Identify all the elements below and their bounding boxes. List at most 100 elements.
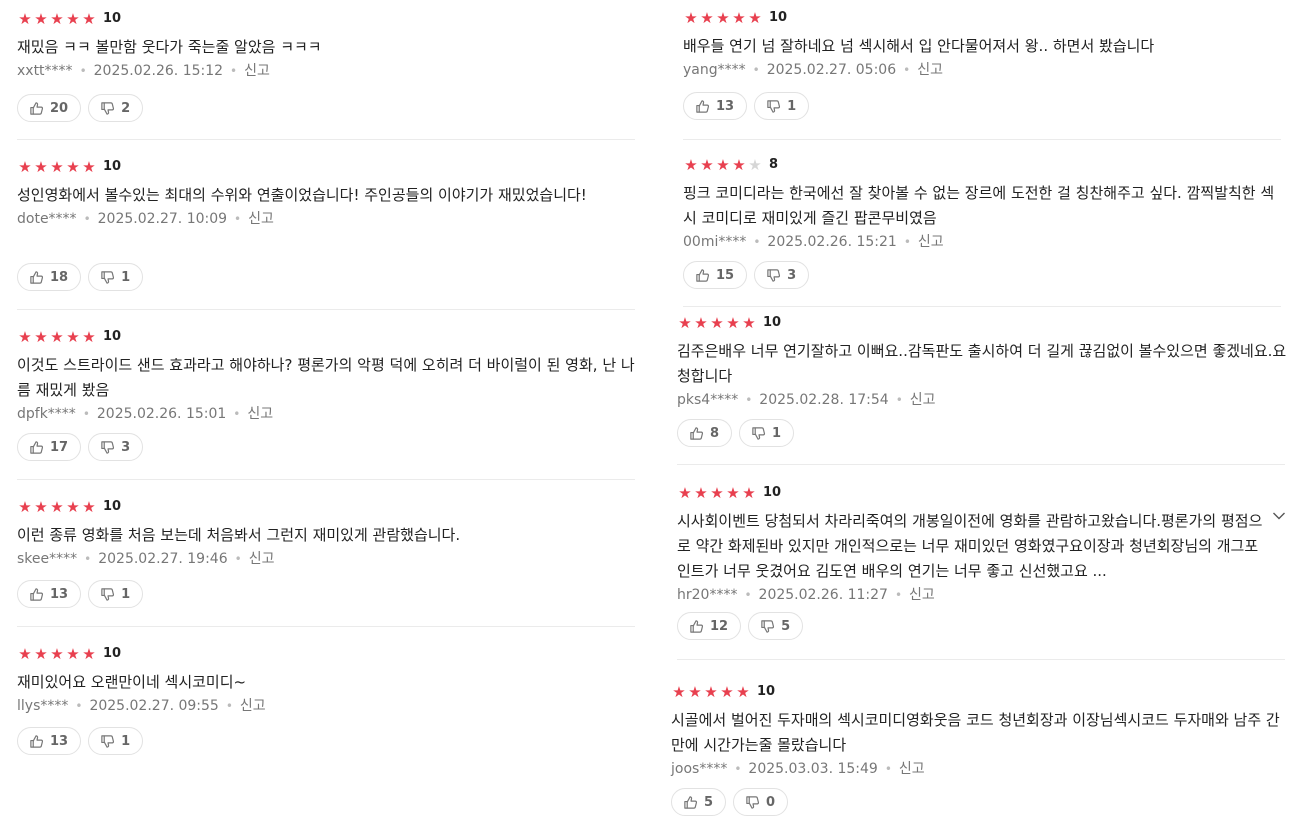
review-item: ★ ★ ★ ★ ★ 8 핑크 코미디라는 한국에선 잘 찾아볼 수 없는 장르에 도전한… <box>683 155 1283 252</box>
dislike-button[interactable]: 3 <box>754 261 810 289</box>
thumbs-up-icon <box>29 587 44 602</box>
like-button[interactable]: 12 <box>677 612 742 640</box>
star-icon: ★ <box>678 314 692 332</box>
review-text: 이것도 스트라이드 샌드 효과라고 해야하나? 평론가의 악평 덕에 오히려 더… <box>17 356 635 399</box>
dislike-button[interactable]: 1 <box>754 92 810 120</box>
like-button[interactable]: 17 <box>17 433 82 461</box>
review-item: ★ ★ ★ ★ ★ 10 재밌음 ㅋㅋ 볼만함 웃다가 죽는줄 알았음 ㅋㅋㅋ xxtt… <box>17 9 637 81</box>
rating: ★ ★ ★ ★ ★ 10 <box>671 682 1281 702</box>
review-text: 배우들 연기 넘 잘하네요 넘 섹시해서 입 안다물어져서 왕.. 하면서 봤습… <box>683 37 1155 55</box>
like-button[interactable]: 20 <box>17 94 82 122</box>
review-meta: xxtt**** • 2025.02.26. 15:12 • 신고 <box>17 61 637 81</box>
review-item: ★ ★ ★ ★ ★ 10 배우들 연기 넘 잘하네요 넘 섹시해서 입 안다물어져서 왕… <box>683 8 1283 80</box>
dislike-button[interactable]: 1 <box>88 727 144 755</box>
thumbs-up-icon <box>695 268 710 283</box>
review-date: 2025.02.27. 05:06 <box>766 62 897 78</box>
separator-dot: • <box>234 212 242 226</box>
rating: ★ ★ ★ ★ ★ 10 <box>17 9 637 29</box>
rating: ★ ★ ★ ★ ★ 10 <box>17 157 637 177</box>
thumbs-up-icon <box>29 270 44 285</box>
thumbs-up-icon <box>689 619 704 634</box>
like-button[interactable]: 13 <box>17 727 82 755</box>
separator-dot: • <box>230 64 238 78</box>
like-count: 13 <box>50 586 69 602</box>
like-button[interactable]: 15 <box>683 261 748 289</box>
report-link[interactable]: 신고 <box>909 585 935 605</box>
star-icon: ★ <box>684 156 698 174</box>
dislike-count: 1 <box>121 269 131 285</box>
vote-buttons: 13 1 <box>17 580 144 608</box>
star-icon: ★ <box>720 683 734 701</box>
star-icon: ★ <box>50 328 64 346</box>
thumbs-down-icon <box>100 101 115 116</box>
rating-score: 10 <box>103 11 122 26</box>
dislike-button[interactable]: 3 <box>88 433 144 461</box>
star-icon: ★ <box>672 683 686 701</box>
review-date: 2025.02.28. 17:54 <box>759 392 889 408</box>
like-button[interactable]: 8 <box>677 419 733 447</box>
star-icon: ★ <box>66 645 80 663</box>
like-count: 17 <box>50 439 69 455</box>
separator-dot: • <box>82 407 90 421</box>
report-link[interactable]: 신고 <box>249 549 275 569</box>
rating: ★ ★ ★ ★ ★ 10 <box>17 327 637 347</box>
review-item: ★ ★ ★ ★ ★ 10 시골에서 벌어진 두자매의 섹시코미디영화웃음 코드 청년회장… <box>671 682 1281 779</box>
report-link[interactable]: 신고 <box>240 696 266 716</box>
report-link[interactable]: 신고 <box>247 404 273 424</box>
like-button[interactable]: 5 <box>671 788 727 816</box>
separator-dot: • <box>752 63 760 77</box>
dislike-button[interactable]: 5 <box>748 612 804 640</box>
rating-score: 10 <box>763 485 782 500</box>
thumbs-up-icon <box>695 99 710 114</box>
review-date: 2025.03.03. 15:49 <box>748 761 878 777</box>
review-text: 이런 종류 영화를 처음 보는데 처음봐서 그런지 재미있게 관람했습니다. <box>17 526 461 544</box>
star-rating: ★ ★ ★ ★ ★ <box>671 682 751 702</box>
thumbs-up-icon <box>29 734 44 749</box>
dislike-button[interactable]: 1 <box>739 419 795 447</box>
review-item: ★ ★ ★ ★ ★ 10 김주은배우 너무 연기잘하고 이뻐요..감독판도 출시하여 더… <box>677 313 1287 410</box>
dislike-count: 1 <box>121 733 131 749</box>
dislike-count: 5 <box>781 618 791 634</box>
star-icon: ★ <box>50 10 64 28</box>
rating-score: 10 <box>103 159 122 174</box>
thumbs-down-icon <box>751 426 766 441</box>
review-divider <box>17 626 635 627</box>
dislike-button[interactable]: 2 <box>88 94 144 122</box>
dislike-button[interactable]: 1 <box>88 580 144 608</box>
star-icon: ★ <box>34 10 48 28</box>
separator-dot: • <box>83 212 91 226</box>
dislike-button[interactable]: 1 <box>88 263 144 291</box>
chevron-down-icon[interactable] <box>1271 503 1287 528</box>
review-date: 2025.02.27. 19:46 <box>98 551 228 567</box>
vote-buttons: 15 3 <box>683 261 810 289</box>
dislike-button[interactable]: 0 <box>733 788 789 816</box>
report-link[interactable]: 신고 <box>248 209 274 229</box>
star-icon: ★ <box>34 498 48 516</box>
star-rating: ★ ★ ★ ★ ★ <box>17 644 97 664</box>
review-date: 2025.02.26. 11:27 <box>758 587 888 603</box>
vote-buttons: 8 1 <box>677 419 795 447</box>
report-link[interactable]: 신고 <box>917 60 943 80</box>
star-icon: ★ <box>34 645 48 663</box>
report-link[interactable]: 신고 <box>244 61 270 81</box>
star-icon: ★ <box>34 328 48 346</box>
star-icon: ★ <box>684 9 698 27</box>
rating: ★ ★ ★ ★ ★ 10 <box>17 497 637 517</box>
review-meta: dote**** • 2025.02.27. 10:09 • 신고 <box>17 209 637 229</box>
dislike-count: 3 <box>121 439 131 455</box>
report-link[interactable]: 신고 <box>899 759 925 779</box>
username: joos**** <box>671 761 728 777</box>
username: 00mi**** <box>683 234 747 250</box>
star-rating: ★ ★ ★ ★ ★ <box>17 157 97 177</box>
like-button[interactable]: 18 <box>17 263 82 291</box>
username: pks4**** <box>677 392 739 408</box>
like-button[interactable]: 13 <box>683 92 748 120</box>
thumbs-up-icon <box>683 795 698 810</box>
like-count: 20 <box>50 100 69 116</box>
review-meta: llys**** • 2025.02.27. 09:55 • 신고 <box>17 696 637 716</box>
report-link[interactable]: 신고 <box>910 390 936 410</box>
separator-dot: • <box>895 393 903 407</box>
vote-buttons: 5 0 <box>671 788 789 816</box>
report-link[interactable]: 신고 <box>918 232 944 252</box>
like-button[interactable]: 13 <box>17 580 82 608</box>
